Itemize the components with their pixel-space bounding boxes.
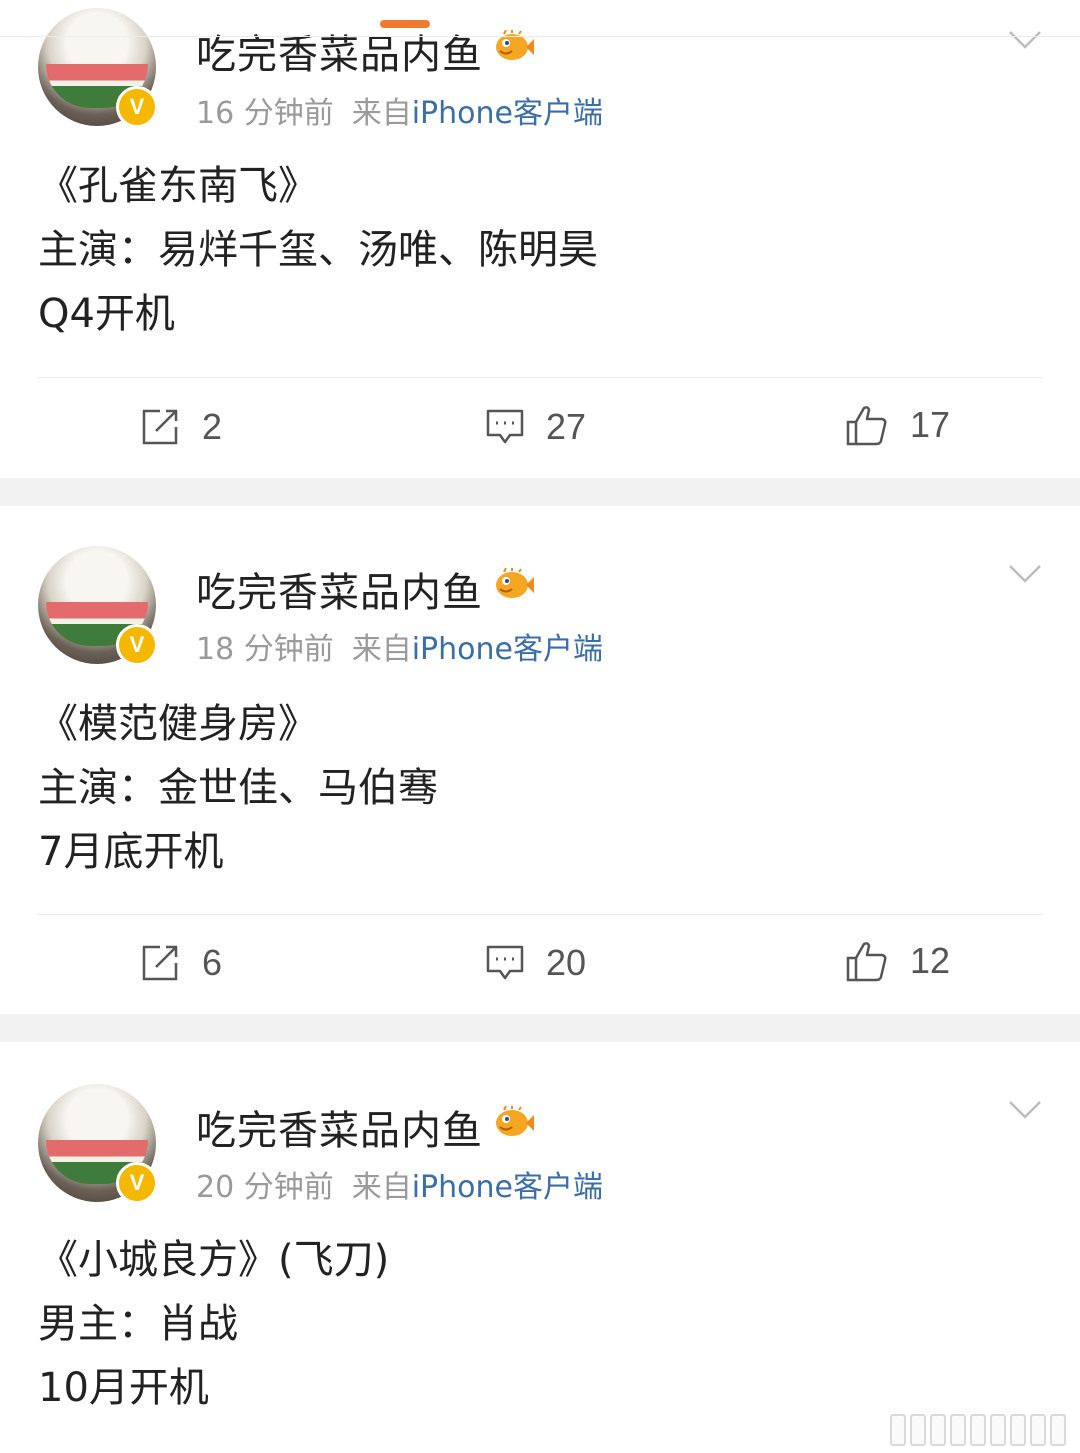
source-prefix: 来自 — [351, 96, 412, 131]
action-divider — [38, 377, 1042, 378]
like-button[interactable]: 17 — [846, 402, 950, 448]
comment-button[interactable]: 27 — [486, 404, 586, 450]
repost-button[interactable]: 6 — [140, 940, 222, 986]
username[interactable]: 吃完香菜品内鱼 — [196, 22, 483, 80]
username[interactable]: 吃完香菜品内鱼 — [196, 1098, 483, 1156]
source-app-link[interactable]: iPhone客户端 — [412, 96, 603, 131]
post-line: 《孔雀东南飞》 — [38, 163, 318, 209]
source-app-link[interactable]: iPhone客户端 — [412, 632, 603, 667]
post-meta: 16 分钟前 来自iPhone客户端 — [196, 88, 603, 132]
watermark — [890, 1414, 1066, 1446]
post-time: 20 分钟前 — [196, 1170, 334, 1205]
action-divider — [38, 914, 1042, 915]
post-text[interactable]: 《模范健身房》 主演：金世佳、马伯骞 7月底开机 — [38, 692, 438, 884]
comment-count: 27 — [546, 406, 587, 447]
post-line: Q4开机 — [38, 291, 175, 337]
pufferfish-icon — [496, 1106, 534, 1136]
post-line: 7月底开机 — [38, 829, 224, 875]
feed-separator — [0, 1014, 1080, 1042]
like-count: 12 — [910, 940, 951, 981]
post-meta: 20 分钟前 来自iPhone客户端 — [196, 1162, 603, 1206]
comment-icon — [486, 409, 524, 444]
repost-button[interactable]: 2 — [140, 404, 222, 450]
chevron-down-icon[interactable] — [1008, 1100, 1042, 1120]
source-prefix: 来自 — [351, 1170, 412, 1205]
avatar[interactable]: V — [38, 546, 158, 666]
verified-v-badge-icon: V — [116, 86, 158, 128]
repost-icon — [142, 409, 178, 445]
post-time: 16 分钟前 — [196, 96, 334, 131]
username[interactable]: 吃完香菜品内鱼 — [196, 560, 483, 618]
feed-separator — [0, 478, 1080, 506]
source-prefix: 来自 — [351, 632, 412, 667]
like-count: 17 — [910, 404, 951, 445]
pull-indicator — [380, 20, 430, 28]
comment-icon — [486, 945, 524, 980]
post-time: 18 分钟前 — [196, 632, 334, 667]
repost-icon — [142, 945, 178, 981]
post-line: 10月开机 — [38, 1365, 209, 1411]
post-line: 主演：金世佳、马伯骞 — [38, 765, 438, 811]
top-divider — [0, 36, 1080, 37]
avatar[interactable]: V — [38, 1084, 158, 1204]
source-app-link[interactable]: iPhone客户端 — [412, 1170, 603, 1205]
verified-v-badge-icon: V — [116, 624, 158, 666]
post-line: 《模范健身房》 — [38, 701, 318, 747]
avatar[interactable]: V — [38, 8, 158, 128]
chevron-down-icon[interactable] — [1008, 30, 1042, 50]
post-line: 主演：易烊千玺、汤唯、陈明昊 — [38, 227, 598, 273]
repost-count: 2 — [202, 406, 223, 447]
post-card-2[interactable]: V 吃完香菜品内鱼 18 分钟前 来自iPhone客户端 《模范健身房》 主演：金… — [0, 506, 1080, 1014]
repost-count: 6 — [202, 942, 223, 983]
post-card-1[interactable]: V 吃完香菜品内鱼 16 分钟前 来自iPhone客户端 《孔雀东南飞》 主演：易… — [0, 0, 1080, 478]
post-card-3[interactable]: V 吃完香菜品内鱼 20 分钟前 来自iPhone客户端 《小城良方》(飞刀) 男… — [0, 1042, 1080, 1453]
thumbs-up-icon — [846, 942, 887, 982]
post-text[interactable]: 《小城良方》(飞刀) 男主：肖战 10月开机 — [38, 1228, 389, 1420]
chevron-down-icon[interactable] — [1008, 564, 1042, 584]
pufferfish-icon — [496, 568, 534, 598]
comment-count: 20 — [546, 942, 587, 983]
thumbs-up-icon — [846, 406, 887, 446]
comment-button[interactable]: 20 — [486, 940, 586, 986]
post-line: 《小城良方》(飞刀) — [38, 1237, 390, 1283]
post-meta: 18 分钟前 来自iPhone客户端 — [196, 624, 603, 668]
like-button[interactable]: 12 — [846, 938, 950, 984]
post-text[interactable]: 《孔雀东南飞》 主演：易烊千玺、汤唯、陈明昊 Q4开机 — [38, 154, 598, 346]
verified-v-badge-icon: V — [116, 1162, 158, 1204]
post-line: 男主：肖战 — [38, 1301, 238, 1347]
